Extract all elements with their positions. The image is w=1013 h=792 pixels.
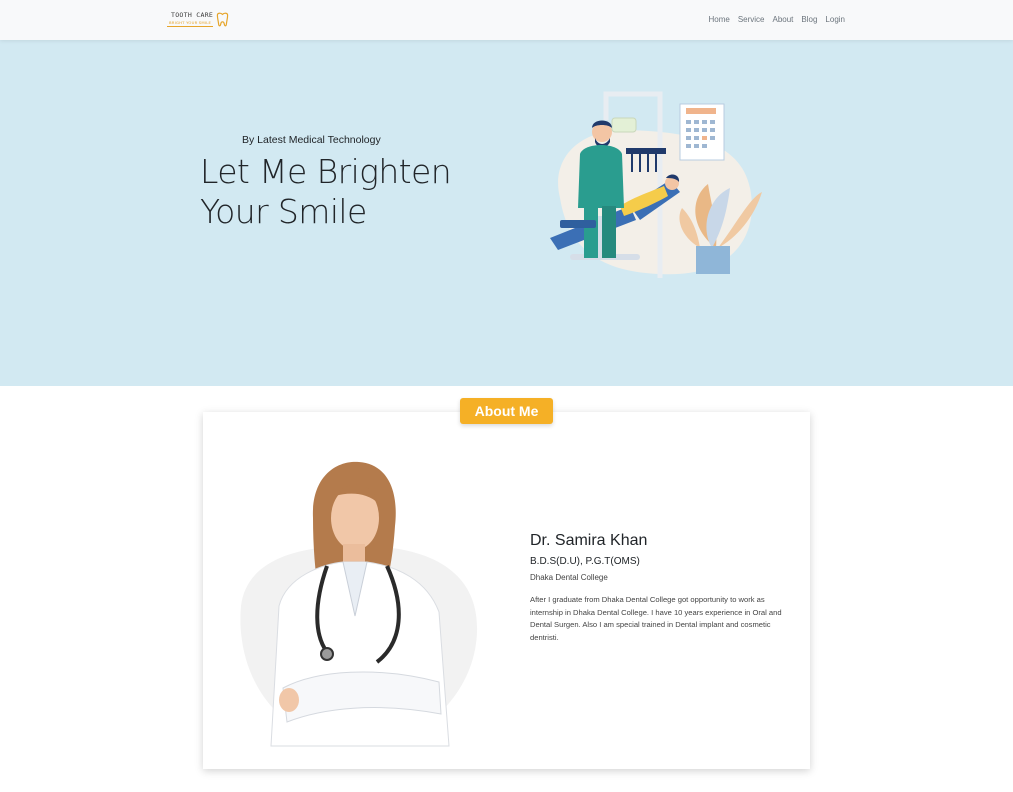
brand-tagline: BRIGHT YOUR SMILE: [169, 20, 212, 25]
brand-name: TOOTH CARE: [171, 11, 214, 19]
brand-logo[interactable]: TOOTH CARE BRIGHT YOUR SMILE: [167, 9, 233, 31]
nav-links: Home Service About Blog Login: [708, 15, 845, 24]
brand-underline: [167, 26, 213, 27]
hero-section: By Latest Medical Technology Let Me Brig…: [0, 40, 1013, 386]
about-me-badge: About Me: [460, 398, 553, 424]
hero-title-line2: Your Smile: [200, 192, 367, 231]
hero-subtitle: By Latest Medical Technology: [242, 134, 381, 146]
doctor-degree: B.D.S(D.U), P.G.T(OMS): [530, 556, 640, 567]
dentist-illustration: [550, 91, 762, 278]
hero-title: Let Me Brighten Your Smile: [200, 152, 452, 232]
nav-link-blog[interactable]: Blog: [801, 15, 817, 24]
nav-link-about[interactable]: About: [773, 15, 794, 24]
hero-title-line1: Let Me Brighten: [200, 152, 452, 191]
navbar: TOOTH CARE BRIGHT YOUR SMILE Home Servic…: [0, 0, 1013, 40]
doctor-bio: After I graduate from Dhaka Dental Colle…: [530, 595, 782, 642]
nav-link-home[interactable]: Home: [708, 15, 729, 24]
about-card: Dr. Samira Khan B.D.S(D.U), P.G.T(OMS) D…: [203, 412, 810, 769]
nav-link-login[interactable]: Login: [825, 15, 845, 24]
doctor-college: Dhaka Dental College: [530, 573, 608, 582]
nav-link-service[interactable]: Service: [738, 15, 765, 24]
tooth-icon: [216, 12, 229, 27]
doctor-name: Dr. Samira Khan: [530, 532, 648, 549]
doctor-photo: [240, 461, 478, 747]
